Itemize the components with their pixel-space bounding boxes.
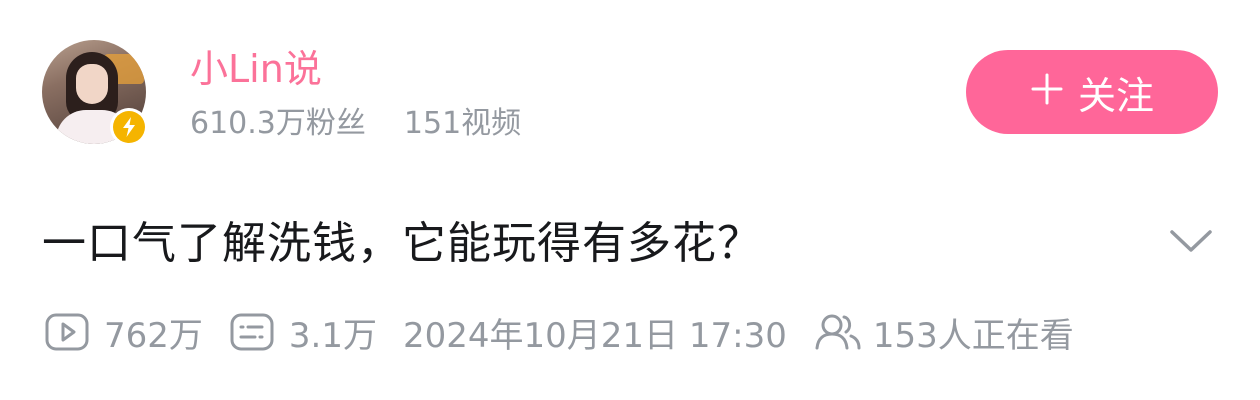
lightning-icon xyxy=(113,111,145,143)
follower-count: 610.3万粉丝 xyxy=(190,106,366,141)
follow-button-label: 关注 xyxy=(1077,73,1154,118)
comment-count: 3.1万 xyxy=(288,315,377,356)
danmaku-icon xyxy=(229,312,275,352)
plus-icon xyxy=(1030,70,1064,114)
people-icon xyxy=(813,312,863,352)
author-name[interactable]: 小Lin说 xyxy=(190,44,322,94)
video-meta: 762万 3.1万 2024年10月21日 17:30 153人正在看 xyxy=(44,306,1074,358)
video-count: 151视频 xyxy=(403,106,522,141)
view-count: 762万 xyxy=(104,315,203,356)
verified-badge xyxy=(110,108,148,146)
chevron-down-icon[interactable] xyxy=(1168,226,1214,256)
watching-count: 153人正在看 xyxy=(872,315,1074,356)
play-count-icon xyxy=(44,312,90,352)
author-stats: 610.3万粉丝 151视频 xyxy=(190,104,521,144)
comment-count-item: 3.1万 xyxy=(229,308,377,357)
publish-time: 2024年10月21日 17:30 xyxy=(402,315,787,356)
follow-button[interactable]: 关注 xyxy=(966,50,1218,134)
view-count-item: 762万 xyxy=(44,308,203,357)
watching-item: 153人正在看 xyxy=(813,308,1074,357)
video-title: 一口气了解洗钱，它能玩得有多花？ xyxy=(42,218,762,269)
